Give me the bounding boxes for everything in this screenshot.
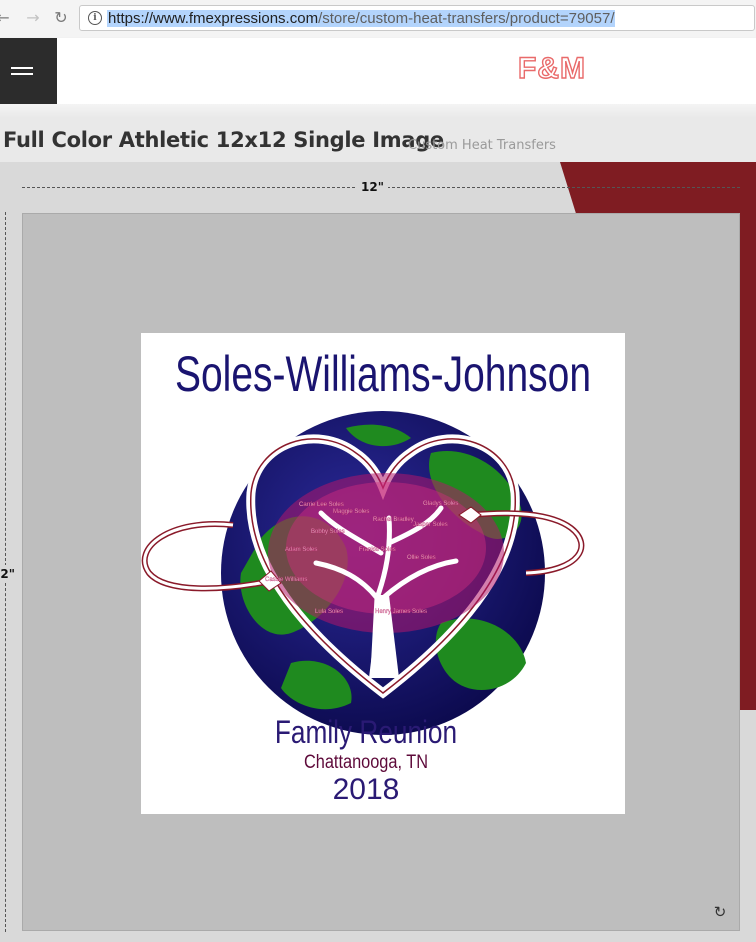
hamburger-icon — [11, 73, 33, 75]
height-dimension-label: 12" — [0, 565, 15, 583]
artwork-name-label: Henry James Soles — [375, 609, 427, 615]
artwork-name-label: Jasper Soles — [413, 522, 448, 528]
artwork-name-label: Ollie Soles — [407, 555, 436, 561]
header-shadow — [0, 104, 756, 118]
artwork-subtitle: Family Reunion — [275, 716, 457, 751]
address-bar[interactable]: i https://www.fmexpressions.com/store/cu… — [79, 5, 755, 31]
artwork-name-label: Carrie Lee Soles — [299, 502, 344, 508]
width-dimension-label: 12" — [357, 180, 388, 194]
url-text[interactable]: https://www.fmexpressions.com/store/cust… — [107, 10, 616, 27]
artwork-name-label: Bobby Soles — [311, 529, 345, 535]
artwork-name-label: Adam Soles — [285, 547, 317, 553]
rotate-icon[interactable]: ↻ — [712, 904, 728, 920]
artwork-name-label: Gladys Soles — [423, 501, 458, 507]
browser-toolbar: ← → ↻ i https://www.fmexpressions.com/st… — [0, 0, 756, 39]
artwork-name-label: Maggie Soles — [333, 509, 369, 515]
artwork-name-label: Cassie Williams — [265, 577, 307, 583]
artwork-name-label: Lula Soles — [315, 609, 343, 615]
url-host: https://www.fmexpressions.com — [108, 10, 319, 27]
back-arrow-icon[interactable]: ← — [0, 8, 12, 28]
hamburger-menu-button[interactable] — [0, 38, 57, 104]
hamburger-icon — [11, 67, 33, 69]
product-title: Full Color Athletic 12x12 Single Image — [3, 128, 444, 152]
uploaded-artwork[interactable]: Soles-Williams-Johnson Carrie Lee Soles … — [141, 333, 625, 814]
url-path: /store/custom-heat-transfers/product=790… — [318, 10, 615, 27]
artwork-year: 2018 — [333, 773, 400, 806]
site-header: F&M — [0, 38, 756, 104]
forward-arrow-icon[interactable]: → — [24, 8, 42, 28]
artwork-title: Soles-Williams-Johnson — [175, 345, 591, 402]
reload-icon[interactable]: ↻ — [52, 8, 70, 28]
print-canvas[interactable]: Soles-Williams-Johnson Carrie Lee Soles … — [22, 213, 740, 931]
artwork-name-label: Rachel Bradley — [373, 517, 414, 523]
product-category[interactable]: Custom Heat Transfers — [408, 138, 556, 153]
artwork-name-label: Frankie Soles — [359, 547, 396, 553]
site-info-icon[interactable]: i — [88, 11, 102, 25]
design-area: 12" 12" Soles-Williams-Johnson — [0, 162, 756, 942]
site-logo[interactable]: F&M — [517, 51, 586, 86]
artwork-location: Chattanooga, TN — [304, 751, 428, 772]
